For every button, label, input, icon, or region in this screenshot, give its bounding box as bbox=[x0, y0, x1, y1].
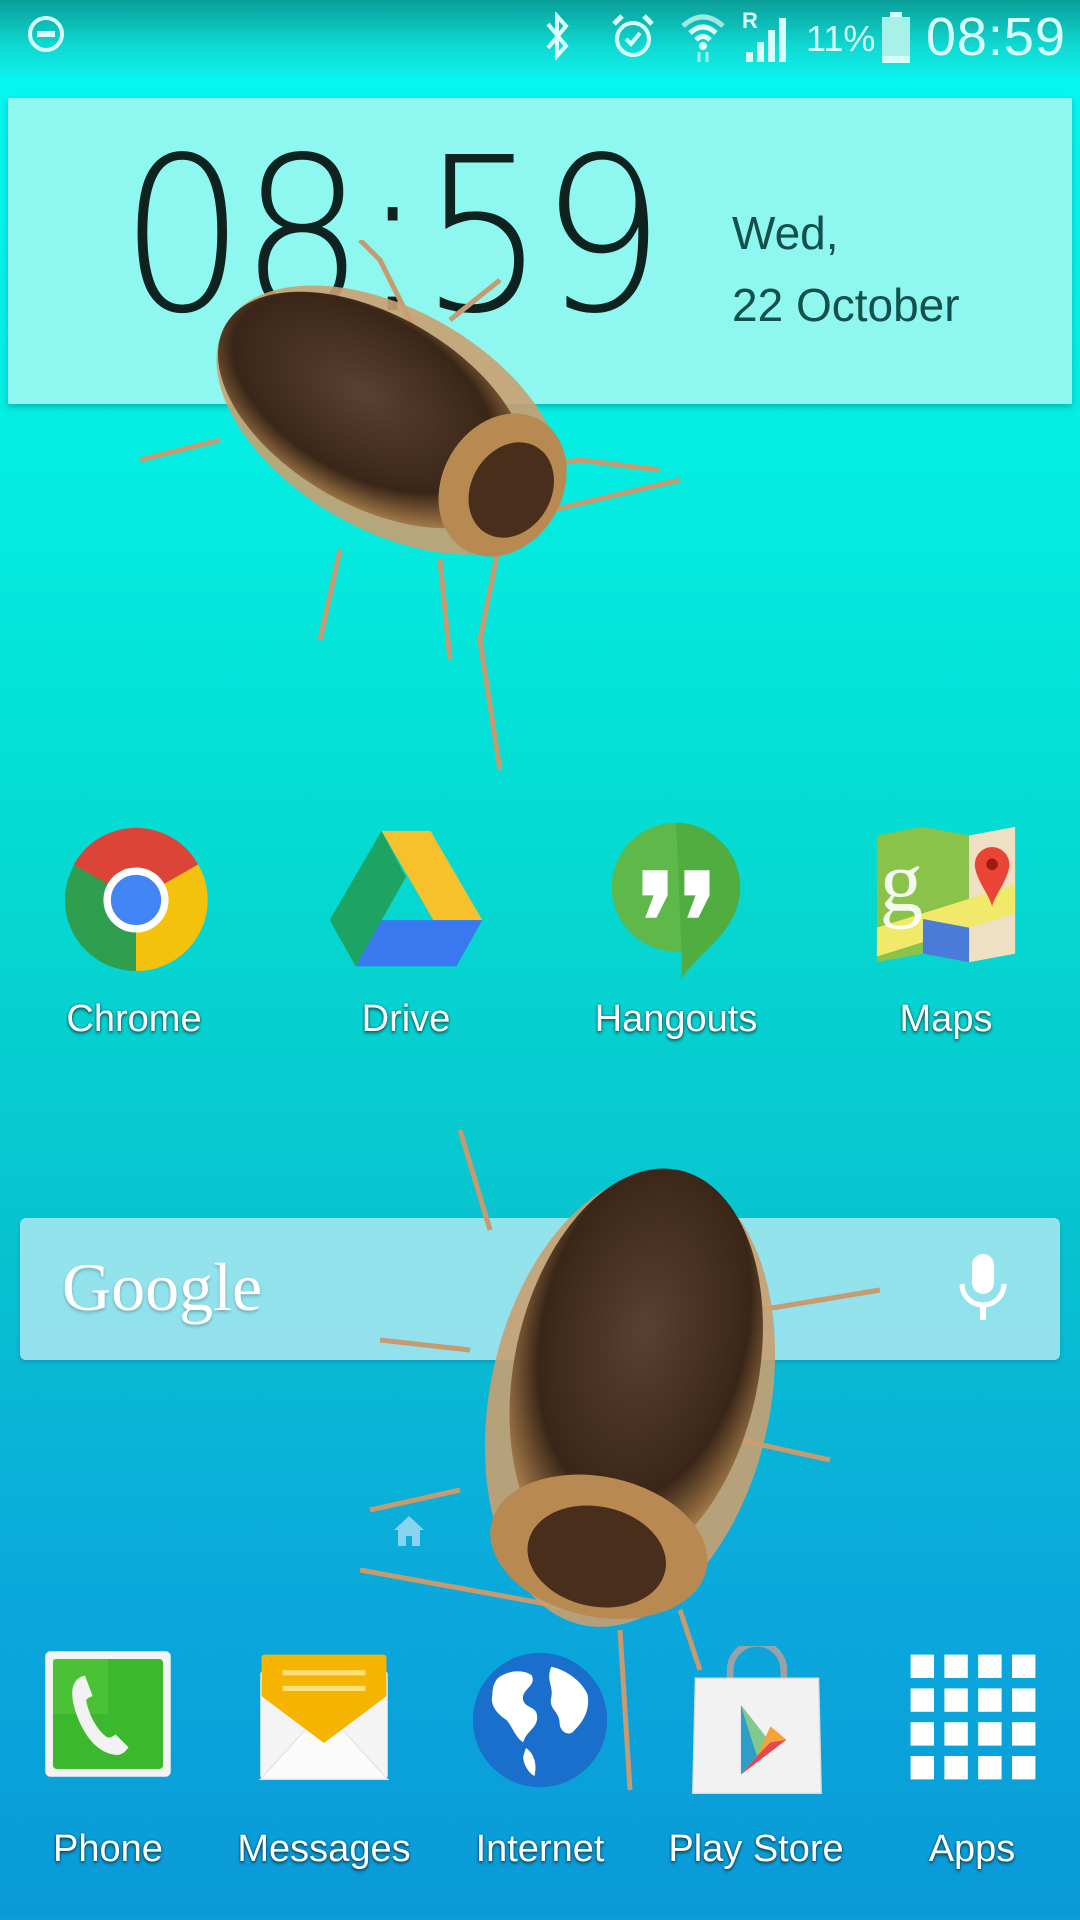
clock-date: 22 October bbox=[732, 279, 960, 331]
clock-time: 08:59 bbox=[120, 112, 665, 361]
signal-strength-icon bbox=[746, 18, 786, 62]
app-hangouts[interactable]: Hangouts bbox=[576, 814, 776, 1052]
do-not-disturb-icon bbox=[28, 16, 64, 52]
apps-grid-icon bbox=[910, 1654, 1036, 1780]
microphone-icon[interactable] bbox=[958, 1252, 1008, 1322]
dock-internet[interactable]: Internet bbox=[440, 1646, 640, 1886]
google-logo: Google bbox=[62, 1249, 263, 1325]
app-label: Hangouts bbox=[594, 998, 758, 1040]
chrome-icon bbox=[64, 827, 208, 972]
status-time: 08:59 bbox=[925, 7, 1066, 67]
hangouts-icon bbox=[611, 822, 741, 980]
dock-messages[interactable]: Messages bbox=[224, 1646, 424, 1886]
dock-phone[interactable]: Phone bbox=[8, 1646, 208, 1886]
messages-icon bbox=[258, 1654, 390, 1781]
clock-widget[interactable]: 08:59 Wed, 22 October bbox=[8, 98, 1072, 404]
app-maps[interactable]: g Maps bbox=[846, 822, 1046, 1052]
home-page-icon[interactable] bbox=[392, 1514, 426, 1550]
app-label: Drive bbox=[361, 998, 451, 1040]
app-chrome[interactable]: Chrome bbox=[34, 822, 234, 1052]
app-label: Maps bbox=[899, 998, 993, 1040]
status-bar: R 11% 08:59 bbox=[0, 0, 1080, 76]
play-store-icon bbox=[692, 1646, 822, 1794]
phone-icon bbox=[45, 1651, 171, 1777]
alarm-icon bbox=[612, 14, 654, 57]
app-label: Play Store bbox=[668, 1828, 844, 1870]
battery-icon bbox=[882, 12, 910, 63]
clock-day: Wed, bbox=[732, 207, 839, 259]
svg-text:g: g bbox=[880, 833, 923, 929]
bluetooth-icon bbox=[546, 12, 569, 60]
wifi-icon bbox=[681, 14, 725, 62]
google-search-bar[interactable]: Google bbox=[20, 1218, 1060, 1360]
app-label: Messages bbox=[237, 1828, 411, 1870]
battery-percent: 11% bbox=[806, 18, 876, 59]
drive-icon bbox=[329, 830, 483, 967]
app-label: Phone bbox=[53, 1828, 163, 1870]
maps-icon: g bbox=[876, 826, 1016, 963]
app-label: Chrome bbox=[66, 998, 202, 1040]
app-label: Apps bbox=[928, 1828, 1016, 1870]
dock-play-store[interactable]: Play Store bbox=[656, 1646, 856, 1886]
dock-apps[interactable]: Apps bbox=[872, 1646, 1072, 1886]
app-drive[interactable]: Drive bbox=[306, 822, 506, 1052]
app-label: Internet bbox=[475, 1828, 605, 1870]
internet-globe-icon bbox=[472, 1652, 608, 1788]
